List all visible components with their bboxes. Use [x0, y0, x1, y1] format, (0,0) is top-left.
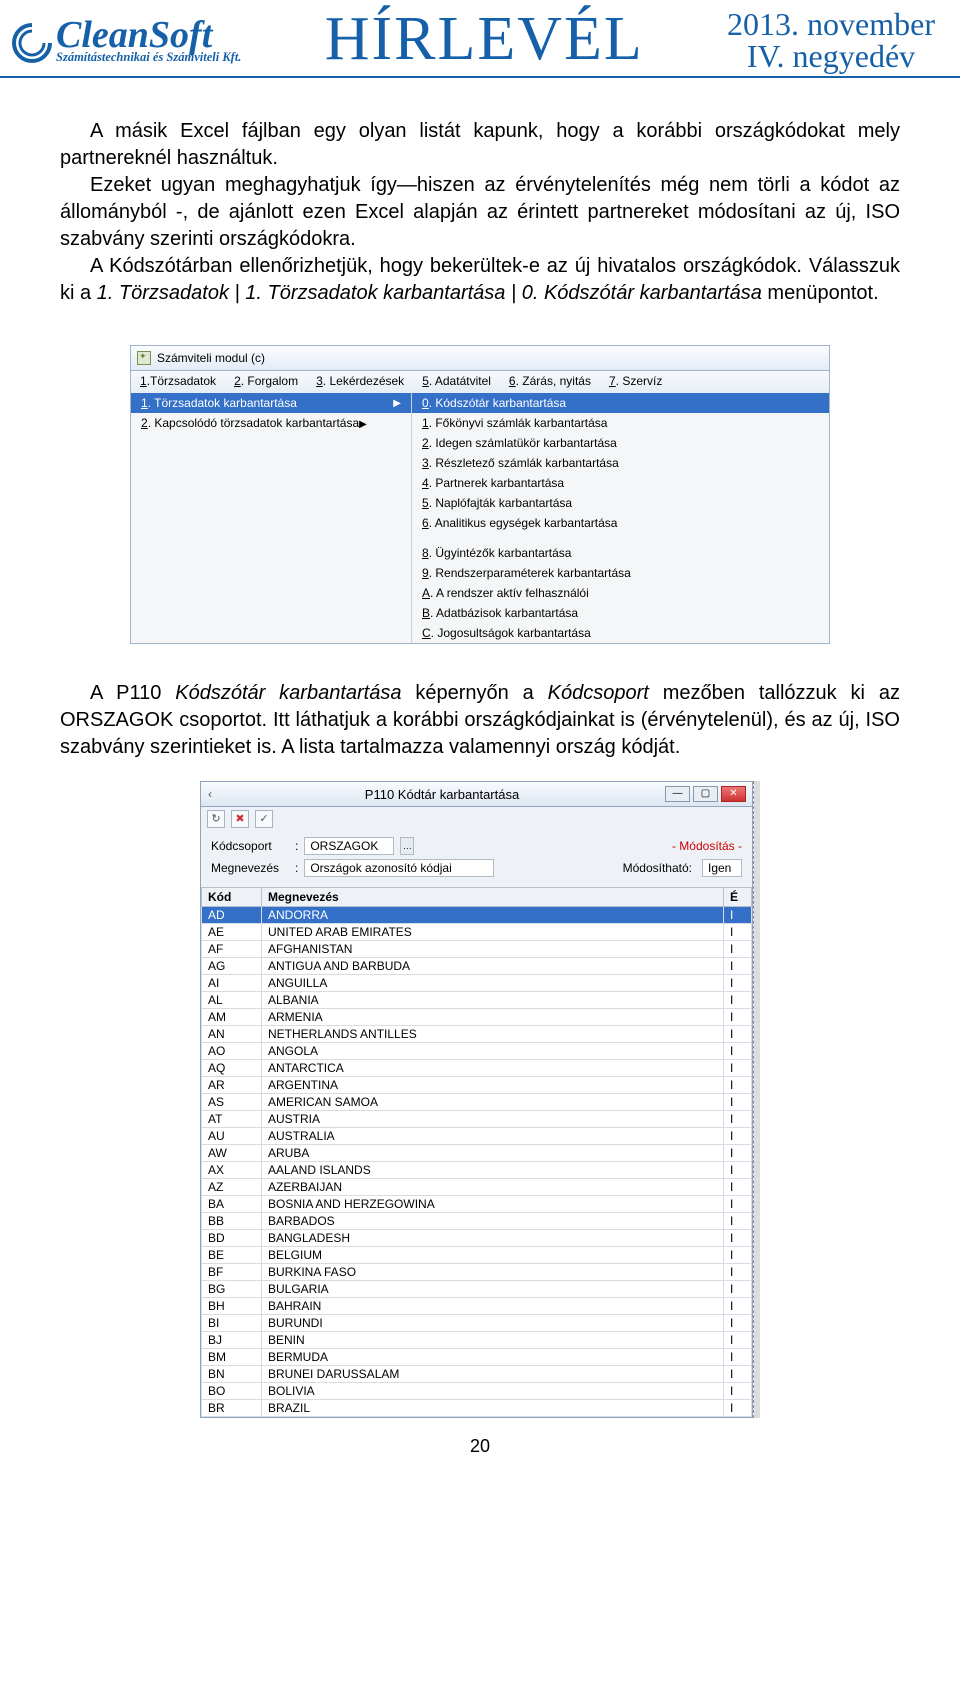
submenu-item[interactable]: C. Jogosultságok karbantartása [412, 623, 829, 643]
window-titlebar: Számviteli modul (c) [130, 345, 830, 371]
para-1c: A Kódszótárban ellenőrizhetjük, hogy bek… [60, 253, 900, 307]
page-header: CleanSoft Számítástechnikai és Számvitel… [0, 0, 960, 78]
table-row[interactable]: BMBERMUDAI [202, 1349, 752, 1366]
menu-item[interactable]: 2. Forgalom [225, 371, 307, 393]
field-kodcsoport[interactable]: ORSZAGOK [304, 837, 394, 855]
table-row[interactable]: BDBANGLADESHI [202, 1230, 752, 1247]
submenu-item[interactable]: 4. Partnerek karbantartása [412, 473, 829, 493]
date-line1: 2013. november [727, 8, 935, 40]
menu-body: 1. Törzsadatok karbantartása▶2. Kapcsoló… [130, 393, 830, 644]
country-table[interactable]: Kód Megnevezés É ADANDORRAIAEUNITED ARAB… [201, 887, 752, 1417]
submenu-item[interactable]: 9. Rendszerparaméterek karbantartása [412, 563, 829, 583]
para-1a: A másik Excel fájlban egy olyan listát k… [60, 118, 900, 172]
label-modosithato: Módosítható: [623, 861, 692, 875]
table-row[interactable]: AXAALAND ISLANDSI [202, 1162, 752, 1179]
logo-block: CleanSoft Számítástechnikai és Számvitel… [10, 19, 241, 64]
menu-item[interactable]: 5. Adatátvitel [413, 371, 500, 393]
back-icon[interactable]: ‹ [201, 787, 219, 801]
grid: Kód Megnevezés É ADANDORRAIAEUNITED ARAB… [200, 887, 753, 1418]
submenu-item[interactable]: 2. Idegen számlatükör karbantartása [412, 433, 829, 453]
maximize-button[interactable]: ▢ [693, 786, 718, 802]
table-row[interactable]: AMARMENIAI [202, 1009, 752, 1026]
menu-item[interactable]: 1.Törzsadatok [131, 371, 225, 393]
page-number: 20 [0, 1436, 960, 1457]
submenu-item[interactable]: 1. Törzsadatok karbantartása▶ [131, 393, 411, 413]
table-row[interactable]: BJBENINI [202, 1332, 752, 1349]
submenu-item[interactable]: 6. Analitikus egységek karbantartása [412, 513, 829, 533]
para-1b: Ezeket ugyan meghagyhatjuk így—hiszen az… [60, 172, 900, 253]
issue-date: 2013. november IV. negyedév [727, 8, 935, 72]
table-row[interactable]: AZAZERBAIJANI [202, 1179, 752, 1196]
table-row[interactable]: AOANGOLAI [202, 1043, 752, 1060]
logo-swirl-icon [10, 21, 54, 65]
submenu-item[interactable]: 0. Kódszótár karbantartása [412, 393, 829, 413]
table-row[interactable]: BGBULGARIAI [202, 1281, 752, 1298]
submenu-item[interactable]: 1. Főkönyvi számlák karbantartása [412, 413, 829, 433]
tool-ok-icon[interactable]: ✓ [255, 810, 273, 828]
date-line2: IV. negyedév [727, 40, 935, 72]
table-row[interactable]: AGANTIGUA AND BARBUDAI [202, 958, 752, 975]
table-row[interactable]: AIANGUILLAI [202, 975, 752, 992]
col-e[interactable]: É [724, 888, 752, 907]
table-row[interactable]: BNBRUNEI DARUSSALAMI [202, 1366, 752, 1383]
minimize-button[interactable]: — [665, 786, 690, 802]
table-row[interactable]: ANNETHERLANDS ANTILLESI [202, 1026, 752, 1043]
menu-item[interactable]: 3. Lekérdezések [307, 371, 413, 393]
table-row[interactable]: BRBRAZILI [202, 1400, 752, 1417]
field-modosithato[interactable]: Igen [702, 859, 742, 877]
dropdown-icon[interactable]: … [400, 837, 414, 855]
field-megnevezes[interactable]: Országok azonosító kódjai [304, 859, 494, 877]
table-row[interactable]: AEUNITED ARAB EMIRATESI [202, 924, 752, 941]
window-title: Számviteli modul (c) [157, 351, 265, 365]
table-row[interactable]: AQANTARCTICAI [202, 1060, 752, 1077]
menu-item[interactable]: 7. Szervíz [600, 371, 671, 393]
col-kod[interactable]: Kód [202, 888, 262, 907]
table-row[interactable]: ARARGENTINAI [202, 1077, 752, 1094]
table-row[interactable]: BOBOLIVIAI [202, 1383, 752, 1400]
table-row[interactable]: BABOSNIA AND HERZEGOWINAI [202, 1196, 752, 1213]
table-row[interactable]: AUAUSTRALIAI [202, 1128, 752, 1145]
submenu-item[interactable]: 3. Részletező számlák karbantartása [412, 453, 829, 473]
tool-refresh-icon[interactable]: ↻ [207, 810, 225, 828]
toolbar: ↻ ✖ ✓ [200, 807, 753, 831]
newsletter-title: HÍRLEVÉL [325, 12, 644, 68]
logo-sub-text: Számítástechnikai és Számviteli Kft. [56, 50, 241, 65]
dialog-title: P110 Kódtár karbantartása [219, 787, 665, 802]
close-button[interactable]: ✕ [721, 786, 746, 802]
label-kodcsoport: Kódcsoport [211, 839, 289, 853]
submenu-right[interactable]: 0. Kódszótár karbantartása1. Főkönyvi sz… [411, 393, 829, 643]
table-row[interactable]: ATAUSTRIAI [202, 1111, 752, 1128]
paragraph-block-1: A másik Excel fájlban egy olyan listát k… [0, 78, 960, 327]
tool-delete-icon[interactable]: ✖ [231, 810, 249, 828]
submenu-item[interactable]: 2. Kapcsolódó törzsadatok karbantartása▶ [131, 413, 411, 433]
table-row[interactable]: BFBURKINA FASOI [202, 1264, 752, 1281]
label-megnevezes: Megnevezés [211, 861, 289, 875]
submenu-left[interactable]: 1. Törzsadatok karbantartása▶2. Kapcsoló… [131, 393, 411, 643]
submenu-item[interactable]: A. A rendszer aktív felhasználói [412, 583, 829, 603]
screenshot-dialog: ‹ P110 Kódtár karbantartása — ▢ ✕ ↻ ✖ ✓ … [200, 781, 760, 1418]
table-row[interactable]: BHBAHRAINI [202, 1298, 752, 1315]
menu-item[interactable]: 6. Zárás, nyitás [500, 371, 600, 393]
col-megnevezes[interactable]: Megnevezés [262, 888, 724, 907]
submenu-item[interactable]: B. Adatbázisok karbantartása [412, 603, 829, 623]
paragraph-block-2: A P110 Kódszótár karbantartása képernyőn… [0, 644, 960, 771]
table-row[interactable]: AWARUBAI [202, 1145, 752, 1162]
table-row[interactable]: AFAFGHANISTANI [202, 941, 752, 958]
form-area: Kódcsoport: ORSZAGOK … - Módosítás - Meg… [200, 831, 753, 887]
app-icon [137, 351, 151, 365]
table-row[interactable]: ASAMERICAN SAMOAI [202, 1094, 752, 1111]
menubar[interactable]: 1.Törzsadatok2. Forgalom3. Lekérdezések5… [130, 371, 830, 393]
para-2: A P110 Kódszótár karbantartása képernyőn… [60, 680, 900, 761]
table-row[interactable]: BIBURUNDII [202, 1315, 752, 1332]
logo-main-text: CleanSoft [56, 19, 241, 51]
table-row[interactable]: ALALBANIAI [202, 992, 752, 1009]
table-row[interactable]: ADANDORRAI [202, 907, 752, 924]
submenu-item[interactable]: 5. Naplófajták karbantartása [412, 493, 829, 513]
table-row[interactable]: BBBARBADOSI [202, 1213, 752, 1230]
submenu-item[interactable]: 8. Ügyintézők karbantartása [412, 543, 829, 563]
mode-label: - Módosítás - [672, 839, 742, 853]
table-row[interactable]: BEBELGIUMI [202, 1247, 752, 1264]
screenshot-menu: Számviteli modul (c) 1.Törzsadatok2. For… [130, 345, 830, 644]
dialog-titlebar: ‹ P110 Kódtár karbantartása — ▢ ✕ [200, 781, 753, 807]
